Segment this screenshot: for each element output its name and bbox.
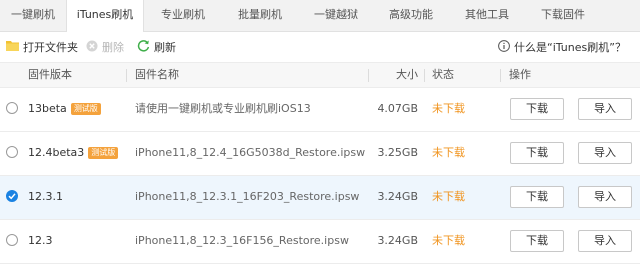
import-button[interactable]: 导入 <box>578 98 632 120</box>
firmware-size: 3.25GB <box>377 146 418 159</box>
column-divider <box>368 69 369 82</box>
firmware-version: 13beta <box>28 102 67 115</box>
tab-batch-flash[interactable]: 批量刷机 <box>222 0 298 31</box>
column-action: 操作 <box>509 68 531 81</box>
row-radio[interactable] <box>6 234 18 246</box>
column-size: 大小 <box>396 68 418 81</box>
firmware-size: 3.24GB <box>377 190 418 203</box>
refresh-label: 刷新 <box>154 41 176 54</box>
delete-icon <box>86 40 98 55</box>
tab-download-firmware[interactable]: 下载固件 <box>526 0 600 31</box>
download-button[interactable]: 下载 <box>510 98 564 120</box>
tab-itunes-flash[interactable]: iTunes刷机 <box>66 0 144 32</box>
tab-pro-flash[interactable]: 专业刷机 <box>144 0 222 31</box>
refresh-button[interactable]: 刷新 <box>137 32 176 62</box>
download-button[interactable]: 下载 <box>510 142 564 164</box>
tab-jailbreak[interactable]: 一键越狱 <box>298 0 374 31</box>
column-version: 固件版本 <box>28 68 72 81</box>
version-cell: 13beta 测试版 <box>28 88 101 130</box>
table-row[interactable]: 12.3 iPhone11,8_12.3_16F156_Restore.ipsw… <box>0 220 640 264</box>
folder-icon <box>6 40 19 54</box>
check-icon <box>8 193 16 200</box>
toolbar: 打开文件夹 删除 刷新 什么是“iTunes刷机”？ <box>0 32 640 62</box>
firmware-size: 4.07GB <box>377 102 418 115</box>
download-button[interactable]: 下载 <box>510 186 564 208</box>
info-icon <box>498 39 510 55</box>
download-status: 未下载 <box>432 146 465 159</box>
open-folder-button[interactable]: 打开文件夹 <box>6 32 78 62</box>
download-status: 未下载 <box>432 190 465 203</box>
table-row[interactable]: 12.4beta3 测试版 iPhone11,8_12.4_16G5038d_R… <box>0 132 640 176</box>
version-cell: 12.4beta3 测试版 <box>28 132 119 174</box>
tab-bar: 一键刷机 iTunes刷机 专业刷机 批量刷机 一键越狱 高级功能 其他工具 下… <box>0 0 640 32</box>
import-button[interactable]: 导入 <box>578 186 632 208</box>
delete-button[interactable]: 删除 <box>86 32 124 62</box>
table-header: 固件版本 固件名称 大小 状态 操作 <box>0 62 640 88</box>
firmware-version: 12.3 <box>28 234 53 247</box>
table-row[interactable]: 13beta 测试版 请使用一键刷机或专业刷机刷iOS13 4.07GB 未下载… <box>0 88 640 132</box>
version-cell: 12.3.1 <box>28 176 63 218</box>
download-button[interactable]: 下载 <box>510 230 564 252</box>
column-status: 状态 <box>432 68 454 81</box>
row-radio-checked[interactable] <box>6 190 18 202</box>
delete-label: 删除 <box>102 41 124 54</box>
beta-badge: 测试版 <box>70 103 101 115</box>
column-divider <box>500 69 501 82</box>
refresh-icon <box>137 39 150 55</box>
column-divider <box>126 69 127 82</box>
row-radio[interactable] <box>6 102 18 114</box>
column-divider <box>424 69 425 82</box>
table-row[interactable]: 12.3.1 iPhone11,8_12.3.1_16F203_Restore.… <box>0 176 640 220</box>
version-cell: 12.3 <box>28 220 53 262</box>
tab-other-tools[interactable]: 其他工具 <box>448 0 526 31</box>
tab-advanced[interactable]: 高级功能 <box>374 0 448 31</box>
column-name: 固件名称 <box>135 68 179 81</box>
firmware-version: 12.3.1 <box>28 190 63 203</box>
firmware-name: iPhone11,8_12.4_16G5038d_Restore.ipsw <box>135 146 366 159</box>
import-button[interactable]: 导入 <box>578 142 632 164</box>
help-link[interactable]: 什么是“iTunes刷机”？ <box>498 32 626 62</box>
firmware-name: iPhone11,8_12.3.1_16F203_Restore.ipsw <box>135 190 360 203</box>
firmware-name: 请使用一键刷机或专业刷机刷iOS13 <box>135 102 311 115</box>
firmware-size: 3.24GB <box>377 234 418 247</box>
import-button[interactable]: 导入 <box>578 230 632 252</box>
open-folder-label: 打开文件夹 <box>23 41 78 54</box>
firmware-version: 12.4beta3 <box>28 146 85 159</box>
tab-one-click-flash[interactable]: 一键刷机 <box>0 0 66 31</box>
download-status: 未下载 <box>432 234 465 247</box>
download-status: 未下载 <box>432 102 465 115</box>
help-label: 什么是“iTunes刷机”？ <box>514 41 626 54</box>
beta-badge: 测试版 <box>88 147 119 159</box>
row-radio[interactable] <box>6 146 18 158</box>
firmware-name: iPhone11,8_12.3_16F156_Restore.ipsw <box>135 234 349 247</box>
